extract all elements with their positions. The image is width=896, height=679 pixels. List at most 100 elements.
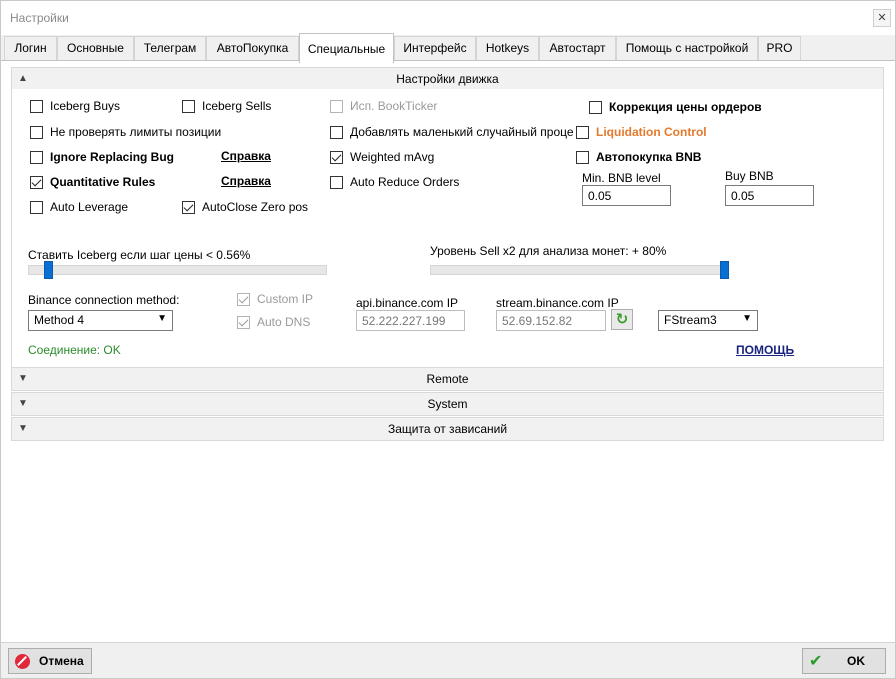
tab-bar: Логин Основные Телеграм АвтоПокупка Спец…	[1, 33, 895, 63]
title-bar: Настройки ✕	[1, 1, 895, 35]
auto-leverage-checkbox[interactable]: Auto Leverage	[30, 199, 128, 215]
checkbox-label: Auto DNS	[257, 315, 311, 329]
checkbox-label: Ignore Replacing Bug	[50, 150, 175, 164]
custom-ip-checkbox[interactable]: Custom IP	[237, 291, 313, 307]
checkbox-label: Custom IP	[257, 292, 314, 306]
checkbox-box[interactable]	[576, 125, 589, 139]
checkbox-label: Добавлять маленький случайный проце	[350, 125, 574, 139]
iceberg-slider-thumb[interactable]	[44, 261, 53, 279]
checkbox-box[interactable]	[330, 125, 343, 139]
hang-protection-section-title: Защита от зависаний	[387, 422, 508, 436]
chevron-down-icon: ▼	[18, 373, 28, 384]
ok-button[interactable]: ✔ OK	[802, 648, 886, 674]
chevron-down-icon: ▼	[18, 398, 28, 409]
checkbox-box[interactable]	[30, 200, 43, 214]
checkbox-box[interactable]	[576, 150, 589, 164]
buy-bnb-label: Buy BNB	[725, 169, 774, 183]
autoclose-zero-pos-checkbox[interactable]: AutoClose Zero pos	[182, 199, 308, 215]
help-link-replacing-bug[interactable]: Справка	[221, 149, 271, 163]
checkbox-box[interactable]	[30, 99, 43, 113]
checkbox-label: AutoClose Zero pos	[202, 200, 309, 214]
remote-section-title: Remote	[426, 372, 469, 386]
close-button[interactable]: ✕	[873, 9, 891, 27]
cancel-label: Отмена	[39, 654, 84, 668]
ignore-replacing-bug-checkbox[interactable]: Ignore Replacing Bug	[30, 149, 174, 165]
checkbox-label: Iceberg Buys	[50, 99, 121, 113]
iceberg-slider[interactable]	[28, 261, 327, 279]
remote-section-header[interactable]: ▼ Remote	[11, 367, 884, 391]
checkbox-box[interactable]	[182, 99, 195, 113]
chevron-up-icon: ▲	[18, 73, 28, 84]
settings-window: Настройки ✕ Логин Основные Телеграм Авто…	[0, 0, 896, 679]
cancel-icon	[15, 653, 30, 669]
sellx2-slider-thumb[interactable]	[720, 261, 729, 279]
auto-buy-bnb-checkbox[interactable]: Автопокупка BNB	[576, 149, 701, 165]
checkbox-box[interactable]	[589, 100, 602, 114]
refresh-icon[interactable]: ↻	[611, 309, 633, 330]
add-random-checkbox[interactable]: Добавлять маленький случайный проце	[330, 124, 574, 140]
checkbox-box[interactable]	[330, 175, 343, 189]
checkbox-label: Liquidation Control	[596, 125, 707, 139]
checkbox-box[interactable]	[330, 150, 343, 164]
checkbox-label: Коррекция цены ордеров	[609, 100, 762, 114]
weighted-mavg-checkbox[interactable]: Weighted mAvg	[330, 149, 434, 165]
auto-reduce-orders-checkbox[interactable]: Auto Reduce Orders	[330, 174, 459, 190]
stream-select[interactable]: FStream3 ▼	[658, 310, 758, 331]
chevron-down-icon: ▼	[18, 423, 28, 434]
tab-autobuy[interactable]: АвтоПокупка	[206, 36, 299, 61]
checkbox-box[interactable]	[30, 150, 43, 164]
connection-method-label: Binance connection method:	[28, 293, 180, 307]
tab-autostart[interactable]: Автостарт	[539, 36, 616, 61]
chevron-down-icon: ▼	[742, 313, 752, 324]
tab-pro[interactable]: PRO	[758, 36, 801, 61]
stream-ip-input[interactable]	[496, 310, 606, 331]
tab-interface[interactable]: Интерфейс	[394, 36, 476, 61]
iceberg-sells-checkbox[interactable]: Iceberg Sells	[182, 98, 271, 114]
system-section-title: System	[427, 397, 468, 411]
no-position-limits-checkbox[interactable]: Не проверять лимиты позиции	[30, 124, 221, 140]
sellx2-slider-label: Уровень Sell x2 для анализа монет: + 80%	[430, 244, 667, 258]
stream-select-value: FStream3	[664, 313, 717, 327]
checkbox-box[interactable]	[30, 125, 43, 139]
chevron-down-icon: ▼	[157, 313, 167, 324]
tab-hotkeys[interactable]: Hotkeys	[476, 36, 539, 61]
hang-protection-section-header[interactable]: ▼ Защита от зависаний	[11, 417, 884, 441]
tab-special[interactable]: Специальные	[299, 33, 394, 63]
checkbox-box[interactable]	[182, 200, 195, 214]
checkbox-label: Quantitative Rules	[50, 175, 156, 189]
tab-setup-help[interactable]: Помощь с настройкой	[616, 36, 758, 61]
iceberg-buys-checkbox[interactable]: Iceberg Buys	[30, 98, 120, 114]
engine-section-header[interactable]: ▲ Настройки движка	[11, 67, 884, 91]
tab-main[interactable]: Основные	[57, 36, 134, 61]
checkbox-box[interactable]	[330, 99, 343, 113]
connection-method-value: Method 4	[34, 313, 85, 327]
iceberg-slider-label: Ставить Iceberg если шаг цены < 0.56%	[28, 248, 251, 262]
tab-login[interactable]: Логин	[4, 36, 57, 61]
connection-method-select[interactable]: Method 4 ▼	[28, 310, 173, 331]
checkbox-box[interactable]	[237, 315, 250, 329]
buy-bnb-input[interactable]	[725, 185, 814, 206]
help-button[interactable]: ПОМОЩЬ	[736, 343, 794, 357]
auto-dns-checkbox[interactable]: Auto DNS	[237, 314, 310, 330]
sellx2-slider[interactable]	[430, 261, 729, 279]
cancel-button[interactable]: Отмена	[8, 648, 92, 674]
ok-label: OK	[847, 654, 865, 668]
api-ip-input[interactable]	[356, 310, 465, 331]
footer-bar: Отмена ✔ OK	[1, 642, 895, 678]
api-ip-label: api.binance.com IP	[356, 296, 459, 310]
tab-telegram[interactable]: Телеграм	[134, 36, 206, 61]
system-section-header[interactable]: ▼ System	[11, 392, 884, 416]
help-link-quantitative-rules[interactable]: Справка	[221, 174, 271, 188]
connection-status: Соединение: OK	[28, 343, 121, 357]
min-bnb-input[interactable]	[582, 185, 671, 206]
checkbox-box[interactable]	[237, 292, 250, 306]
min-bnb-label: Min. BNB level	[582, 171, 661, 185]
liquidation-control-checkbox[interactable]: Liquidation Control	[576, 124, 707, 140]
use-bookticker-checkbox[interactable]: Исп. BookTicker	[330, 98, 437, 114]
checkbox-label: Auto Reduce Orders	[350, 175, 460, 189]
engine-section-title: Настройки движка	[396, 72, 499, 86]
quantitative-rules-checkbox[interactable]: Quantitative Rules	[30, 174, 155, 190]
checkbox-box[interactable]	[30, 175, 43, 189]
price-correction-checkbox[interactable]: Коррекция цены ордеров	[589, 99, 762, 115]
checkbox-label: Auto Leverage	[50, 200, 129, 214]
